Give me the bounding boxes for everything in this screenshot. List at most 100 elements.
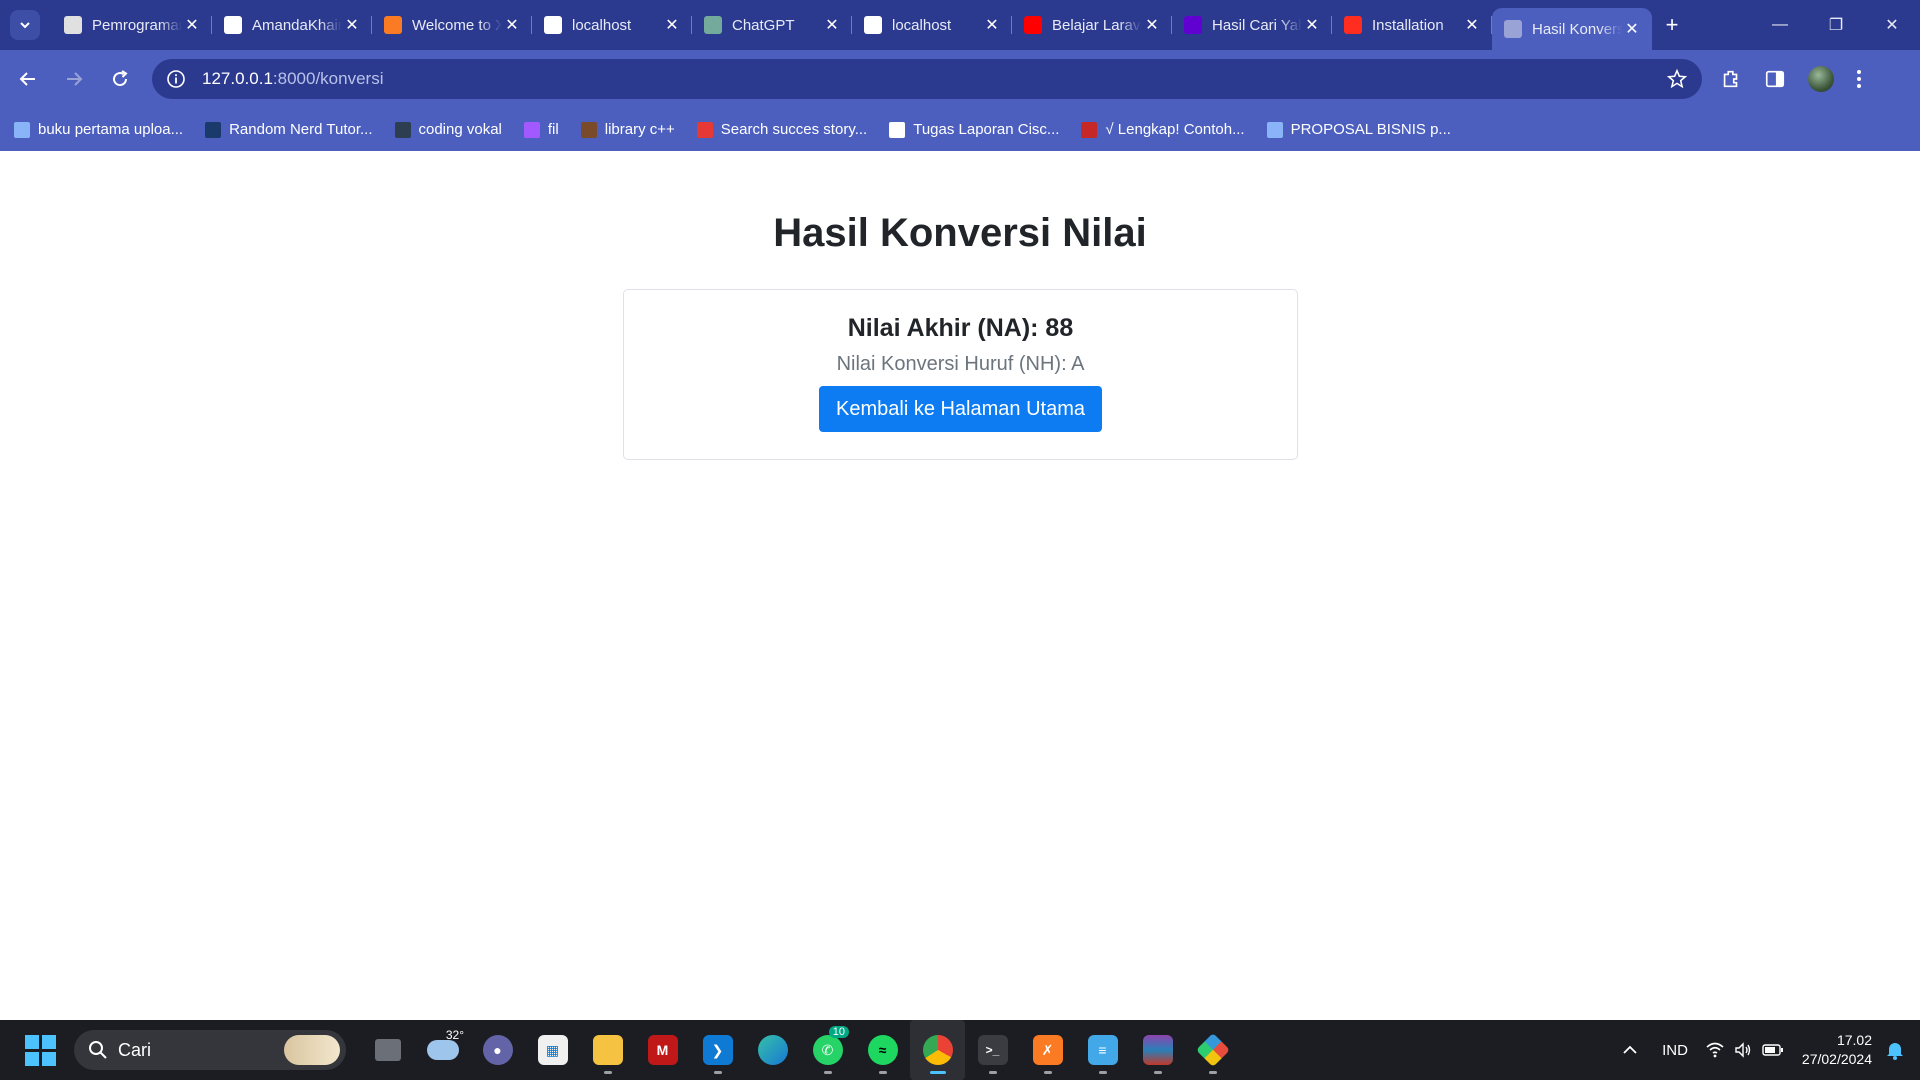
notification-bell-icon[interactable] — [1886, 1040, 1904, 1060]
bookmark-item[interactable]: Random Nerd Tutor... — [205, 121, 373, 138]
kebab-menu-icon[interactable] — [1856, 69, 1862, 89]
bookmark-item[interactable]: Search succes story... — [696, 121, 867, 138]
tab-3[interactable]: localhost ✕ — [532, 0, 692, 50]
volume-icon[interactable] — [1734, 1042, 1752, 1058]
close-tab-icon[interactable]: ✕ — [182, 15, 202, 35]
back-button[interactable] — [10, 61, 46, 97]
folder-icon — [592, 1035, 623, 1065]
bookmark-label: Tugas Laporan Cisc... — [913, 121, 1060, 138]
mcafee-app[interactable]: M — [635, 1020, 690, 1080]
bookmark-star-icon[interactable] — [1666, 68, 1688, 90]
language-indicator[interactable]: IND — [1662, 1042, 1688, 1059]
nilai-akhir-text: Nilai Akhir (NA): 88 — [847, 314, 1074, 342]
terminal-app[interactable]: >_ — [965, 1020, 1020, 1080]
close-tab-icon[interactable]: ✕ — [342, 15, 362, 35]
close-tab-icon[interactable]: ✕ — [1622, 19, 1642, 39]
task-view-icon — [374, 1039, 401, 1061]
running-indicator — [1208, 1071, 1217, 1074]
notepad-icon: ≡ — [1087, 1035, 1118, 1065]
taskbar-search[interactable]: Cari — [74, 1030, 346, 1070]
reload-button[interactable] — [102, 61, 138, 97]
windows-start-button[interactable] — [20, 1030, 60, 1070]
bookmark-label: PROPOSAL BISNIS p... — [1290, 121, 1451, 138]
bookmark-item[interactable]: PROPOSAL BISNIS p... — [1266, 121, 1451, 138]
close-window-button[interactable]: ✕ — [1864, 0, 1920, 50]
tab-label: Pemrograman — [92, 16, 182, 34]
notepad-app[interactable]: ≡ — [1075, 1020, 1130, 1080]
tab-6[interactable]: Belajar Laravel✕ — [1012, 0, 1172, 50]
person-icon — [580, 121, 597, 138]
tab-label: ChatGPT — [732, 16, 795, 34]
close-tab-icon[interactable]: ✕ — [1462, 15, 1482, 35]
tab-label: Installation — [1372, 16, 1444, 34]
whatsapp-icon: ✆ — [812, 1035, 843, 1065]
new-tab-button[interactable]: + — [1652, 12, 1692, 38]
file-explorer-app[interactable] — [580, 1020, 635, 1080]
font-a-icon — [889, 121, 906, 138]
clock[interactable]: 17.02 27/02/2024 — [1802, 1031, 1872, 1069]
minimize-button[interactable]: — — [1752, 0, 1808, 50]
taskbar: Cari 32° ● ▦ M ❯ ✆ 10 ≈ >_ ✗ ≡ IND 17.02… — [0, 1020, 1920, 1080]
winrar-app[interactable] — [1130, 1020, 1185, 1080]
xampp-app[interactable]: ✗ — [1020, 1020, 1075, 1080]
forward-button[interactable] — [56, 61, 92, 97]
back-to-home-button[interactable]: Kembali ke Halaman Utama — [819, 386, 1102, 432]
bookmark-item[interactable]: buku pertama uploa... — [14, 121, 183, 138]
vscode-app[interactable]: ❯ — [690, 1020, 745, 1080]
search-highlight-icon — [284, 1035, 340, 1065]
profile-avatar[interactable] — [1808, 66, 1834, 92]
nilai-huruf-text: Nilai Konversi Huruf (NH): A — [836, 353, 1085, 375]
weather-temp: 32° — [445, 1028, 464, 1042]
xampp-icon: ✗ — [1032, 1035, 1063, 1065]
close-tab-icon[interactable]: ✕ — [1302, 15, 1322, 35]
spotify-app[interactable]: ≈ — [855, 1020, 910, 1080]
task-view-button[interactable] — [360, 1020, 415, 1080]
search-icon — [89, 1041, 107, 1059]
tab-0[interactable]: Pemrograman ✕ — [52, 0, 212, 50]
laravel-icon — [1344, 16, 1362, 34]
teams-app[interactable]: ● — [470, 1020, 525, 1080]
bookmark-item[interactable]: √ Lengkap! Contoh... — [1081, 121, 1245, 138]
chrome-app[interactable] — [910, 1020, 965, 1080]
edge-app[interactable] — [745, 1020, 800, 1080]
tab-5[interactable]: localhost ✕ — [852, 0, 1012, 50]
side-panel-icon[interactable] — [1764, 68, 1786, 90]
bookmark-item[interactable]: library c++ — [580, 121, 675, 138]
address-bar[interactable]: 127.0.0.1:8000/konversi — [152, 59, 1702, 99]
battery-icon[interactable] — [1762, 1043, 1784, 1057]
tab-1[interactable]: AmandaKhairunnisa✕ — [212, 0, 372, 50]
weather-widget[interactable]: 32° — [415, 1020, 470, 1080]
whatsapp-app[interactable]: ✆ 10 — [800, 1020, 855, 1080]
tab-8[interactable]: Installation ✕ — [1332, 0, 1492, 50]
close-tab-icon[interactable]: ✕ — [502, 15, 522, 35]
site-info-icon[interactable] — [166, 69, 186, 89]
bookmark-item[interactable]: Tugas Laporan Cisc... — [889, 121, 1059, 138]
localhost-icon — [544, 16, 562, 34]
page-content: Hasil Konversi Nilai Nilai Akhir (NA): 8… — [0, 151, 1920, 1020]
tab-label: localhost — [572, 16, 632, 34]
tab-9[interactable]: Hasil Konversi ✕ — [1492, 8, 1652, 50]
store-app[interactable]: ▦ — [525, 1020, 580, 1080]
running-indicator — [988, 1071, 997, 1074]
close-tab-icon[interactable]: ✕ — [982, 15, 1002, 35]
doc-icon — [14, 121, 30, 138]
wifi-icon[interactable] — [1706, 1042, 1724, 1058]
close-tab-icon[interactable]: ✕ — [662, 15, 682, 35]
restore-button[interactable]: ❐ — [1808, 0, 1864, 50]
result-card: Nilai Akhir (NA): 88 Nilai Konversi Huru… — [623, 289, 1298, 460]
store-icon: ▦ — [537, 1035, 568, 1065]
tab-search-button[interactable] — [10, 10, 40, 40]
close-tab-icon[interactable]: ✕ — [822, 15, 842, 35]
bookmark-label: fil — [547, 121, 559, 138]
tab-2[interactable]: Welcome to XAMPP✕ — [372, 0, 532, 50]
tab-4[interactable]: ChatGPT ✕ — [692, 0, 852, 50]
arrow-right-icon — [67, 72, 83, 86]
tab-7[interactable]: Hasil Cari Yahoo✕ — [1172, 0, 1332, 50]
bookmark-item[interactable]: fil — [523, 121, 559, 138]
bookmark-item[interactable]: coding vokal — [394, 121, 502, 138]
git-app[interactable] — [1185, 1020, 1240, 1080]
extensions-icon[interactable] — [1720, 68, 1742, 90]
bookmark-label: library c++ — [604, 121, 675, 138]
chevron-up-icon[interactable] — [1622, 1042, 1638, 1058]
close-tab-icon[interactable]: ✕ — [1142, 15, 1162, 35]
